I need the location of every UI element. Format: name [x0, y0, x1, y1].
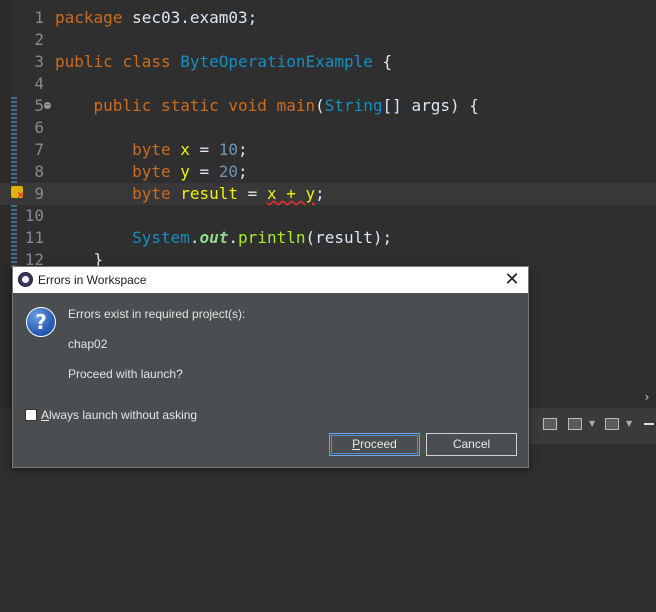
- proceed-button[interactable]: Proceed: [329, 433, 420, 456]
- chevron-down-icon[interactable]: ▼: [589, 419, 595, 428]
- error-message: Errors exist in required project(s):: [68, 307, 246, 321]
- eclipse-icon: [18, 272, 33, 287]
- cancel-button[interactable]: Cancel: [426, 433, 517, 456]
- errors-dialog: Errors in Workspace ✕ ? Errors exist in …: [12, 266, 529, 468]
- error-marker-icon[interactable]: [11, 186, 25, 201]
- dialog-title: Errors in Workspace: [38, 273, 147, 287]
- line-number: 4: [34, 74, 44, 93]
- console-display-icon[interactable]: [543, 418, 557, 430]
- scroll-right-icon[interactable]: ›: [640, 390, 654, 404]
- checkbox-label-text: lways launch without asking: [49, 408, 198, 422]
- chevron-down-icon[interactable]: ▼: [626, 419, 632, 428]
- proceed-question: Proceed with launch?: [68, 367, 183, 381]
- code-line[interactable]: 8 byte y = 20;: [0, 161, 656, 183]
- proceed-accel-char: P: [352, 437, 361, 451]
- dialog-titlebar[interactable]: Errors in Workspace ✕: [13, 267, 528, 293]
- line-number: 6: [34, 118, 44, 137]
- checkbox-accel-char: A: [41, 408, 50, 422]
- close-button[interactable]: ✕: [500, 269, 524, 291]
- code-line[interactable]: 5 public static void main(String[] args)…: [0, 95, 656, 117]
- code-text[interactable]: System.out.println(result);: [55, 227, 392, 249]
- line-number: 7: [34, 140, 44, 159]
- new-console-icon[interactable]: [605, 418, 619, 430]
- always-launch-label[interactable]: Always launch without asking: [41, 408, 197, 422]
- project-name: chap02: [68, 337, 108, 351]
- code-text[interactable]: byte y = 20;: [55, 161, 248, 183]
- minimize-icon[interactable]: [644, 423, 654, 425]
- code-line[interactable]: 2: [0, 29, 656, 51]
- code-text[interactable]: byte result = x + y;: [55, 183, 325, 205]
- line-number: 10: [24, 206, 44, 225]
- code-line[interactable]: 10: [0, 205, 656, 227]
- line-number: 8: [34, 162, 44, 181]
- code-text[interactable]: public static void main(String[] args) {: [55, 95, 479, 117]
- proceed-label: roceed: [360, 437, 397, 451]
- line-number: 3: [34, 52, 44, 71]
- code-line[interactable]: 1 package sec03.exam03;: [0, 7, 656, 29]
- code-text[interactable]: public class ByteOperationExample {: [55, 51, 392, 73]
- code-text[interactable]: byte x = 10;: [55, 139, 248, 161]
- pin-console-icon[interactable]: [568, 418, 582, 430]
- code-line[interactable]: 7 byte x = 10;: [0, 139, 656, 161]
- code-text[interactable]: package sec03.exam03;: [55, 7, 257, 29]
- fold-collapse-icon[interactable]: −: [44, 102, 51, 109]
- line-number: 1: [34, 8, 44, 27]
- always-launch-checkbox[interactable]: [25, 409, 37, 421]
- line-number: 2: [34, 30, 44, 49]
- code-line[interactable]: 11 System.out.println(result);: [0, 227, 656, 249]
- question-icon: ?: [26, 307, 56, 337]
- code-line[interactable]: 9 byte result = x + y;: [0, 183, 656, 205]
- code-line[interactable]: 3 public class ByteOperationExample {: [0, 51, 656, 73]
- code-line[interactable]: 6: [0, 117, 656, 139]
- line-number: 5: [34, 96, 44, 115]
- code-line[interactable]: 4: [0, 73, 656, 95]
- horizontal-scrollbar[interactable]: [528, 388, 656, 408]
- line-number: 11: [24, 228, 44, 247]
